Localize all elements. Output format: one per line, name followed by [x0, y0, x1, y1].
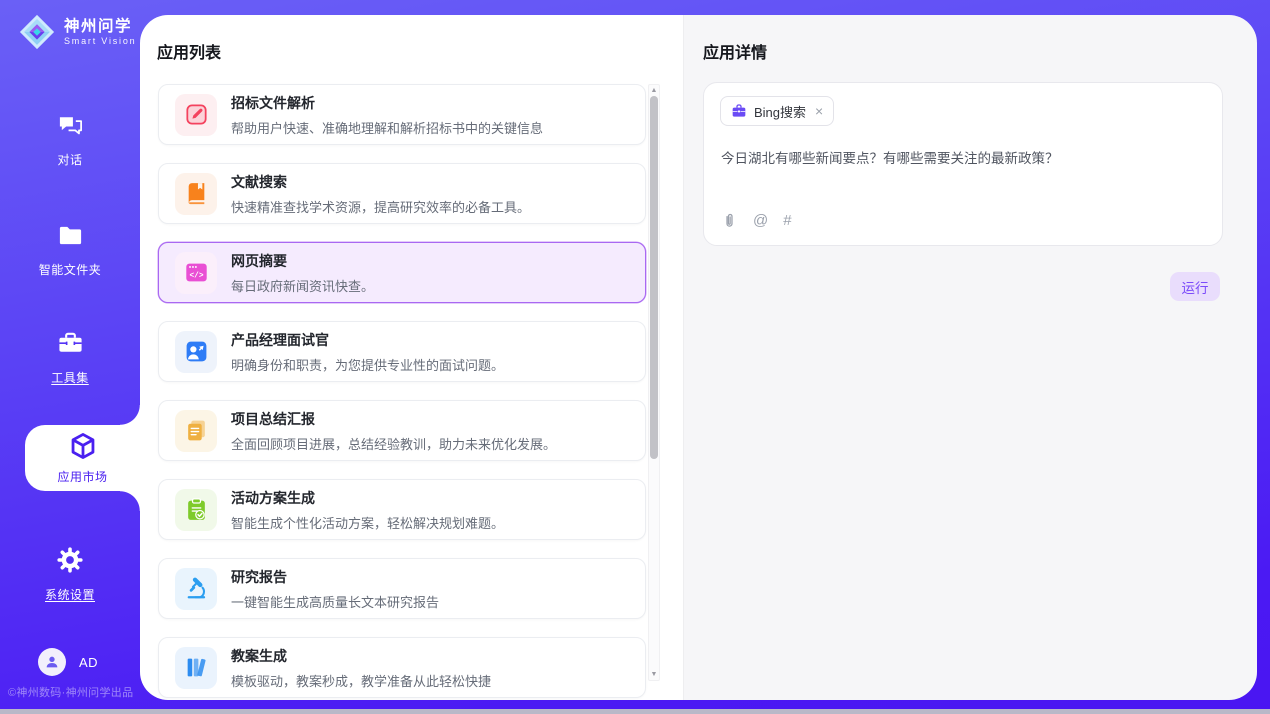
app-card-pm-interviewer[interactable]: 产品经理面试官 明确身份和职责，为您提供专业性的面试问题。	[158, 321, 646, 382]
app-desc: 一键智能生成高质量长文本研究报告	[231, 592, 439, 611]
brand-tagline: Smart Vision	[64, 36, 136, 46]
app-title: 网页摘要	[231, 251, 374, 271]
paperclip-icon[interactable]	[721, 212, 738, 229]
sidebar: 神州问学 Smart Vision 对话 智能文件夹	[0, 0, 140, 714]
svg-text:</>: </>	[189, 272, 203, 281]
documents-icon	[175, 410, 217, 452]
presenter-icon	[175, 331, 217, 373]
app-card-list: 招标文件解析 帮助用户快速、准确地理解和解析招标书中的关键信息	[158, 84, 646, 700]
sidebar-item-toolset[interactable]: 工具集	[0, 330, 140, 386]
app-card-web-summary[interactable]: </> 网页摘要 每日政府新闻资讯快查。	[158, 242, 646, 303]
tag-label: Bing搜索	[754, 102, 806, 121]
hash-icon[interactable]: #	[783, 213, 791, 228]
sidebar-item-label: 对话	[0, 151, 140, 168]
brand-logo: 神州问学 Smart Vision	[18, 13, 136, 51]
app-card-lesson-plan[interactable]: 教案生成 模板驱动，教案秒成，教学准备从此轻松快捷	[158, 637, 646, 698]
app-desc: 快速精准查找学术资源，提高研究效率的必备工具。	[231, 197, 530, 216]
app-card-bid-parse[interactable]: 招标文件解析 帮助用户快速、准确地理解和解析招标书中的关键信息	[158, 84, 646, 145]
sidebar-item-label: 智能文件夹	[0, 261, 140, 278]
app-desc: 每日政府新闻资讯快查。	[231, 276, 374, 295]
scroll-down-icon[interactable]: ▼	[649, 671, 659, 678]
app-card-literature-search[interactable]: 文献搜索 快速精准查找学术资源，提高研究效率的必备工具。	[158, 163, 646, 224]
toolbox-icon	[57, 330, 84, 357]
app-title: 活动方案生成	[231, 488, 504, 508]
app-title: 招标文件解析	[231, 93, 543, 113]
user-account[interactable]: AD	[38, 648, 98, 676]
app-list-title: 应用列表	[157, 39, 221, 63]
microscope-icon	[175, 568, 217, 610]
chat-icon	[57, 112, 84, 139]
app-card-project-summary[interactable]: 项目总结汇报 全面回顾项目进展，总结经验教训，助力未来优化发展。	[158, 400, 646, 461]
sidebar-item-label: 应用市场	[25, 468, 140, 485]
app-title: 研究报告	[231, 567, 439, 587]
app-title: 教案生成	[231, 646, 491, 666]
person-icon	[44, 654, 60, 670]
query-input-card[interactable]: Bing搜索 × 今日湖北有哪些新闻要点？有哪些需要关注的最新政策？ @ #	[703, 82, 1223, 246]
app-window: 神州问学 Smart Vision 对话 智能文件夹	[0, 0, 1270, 714]
window-bottom-edge	[0, 709, 1270, 714]
query-text-input[interactable]: 今日湖北有哪些新闻要点？有哪些需要关注的最新政策？	[721, 149, 1201, 169]
sidebar-item-smart-folder[interactable]: 智能文件夹	[0, 222, 140, 278]
sidebar-item-app-market[interactable]: 应用市场	[25, 425, 140, 491]
brand-name: 神州问学	[64, 18, 136, 36]
run-button[interactable]: 运行	[1170, 272, 1220, 301]
sidebar-item-chat[interactable]: 对话	[0, 112, 140, 168]
browser-code-icon: </>	[175, 252, 217, 294]
tool-tag-bing-search[interactable]: Bing搜索 ×	[720, 96, 834, 126]
clipboard-check-icon	[175, 489, 217, 531]
app-title: 文献搜索	[231, 172, 530, 192]
diamond-logo-icon	[18, 13, 56, 51]
books-icon	[175, 647, 217, 689]
app-list-panel: 应用列表 招标文件解析 帮助用户快速	[140, 15, 683, 700]
app-desc: 智能生成个性化活动方案，轻松解决规划难题。	[231, 513, 504, 532]
scrollbar-thumb[interactable]	[650, 96, 658, 459]
input-toolbar: @ #	[721, 212, 792, 229]
cube-icon	[68, 431, 98, 461]
sidebar-item-settings[interactable]: 系统设置	[0, 546, 140, 603]
gear-icon	[56, 546, 84, 574]
content-panel: 应用列表 招标文件解析 帮助用户快速	[140, 15, 1257, 700]
briefcase-icon	[731, 103, 747, 119]
app-desc: 明确身份和职责，为您提供专业性的面试问题。	[231, 355, 504, 374]
sidebar-item-label: 系统设置	[0, 586, 140, 603]
app-detail-panel: 应用详情 Bing搜索 × 今日湖北有哪些新闻要点？有哪些需要关注的最新政	[683, 15, 1257, 700]
app-title: 项目总结汇报	[231, 409, 556, 429]
app-desc: 模板驱动，教案秒成，教学准备从此轻松快捷	[231, 671, 491, 690]
folder-icon	[57, 222, 84, 249]
app-detail-title: 应用详情	[703, 39, 767, 63]
at-sign-icon[interactable]: @	[753, 213, 768, 228]
app-card-research-report[interactable]: 研究报告 一键智能生成高质量长文本研究报告	[158, 558, 646, 619]
sidebar-item-label: 工具集	[0, 369, 140, 386]
list-scrollbar[interactable]: ▲ ▼	[648, 84, 660, 681]
app-desc: 帮助用户快速、准确地理解和解析招标书中的关键信息	[231, 118, 543, 137]
app-desc: 全面回顾项目进展，总结经验教训，助力未来优化发展。	[231, 434, 556, 453]
user-label: AD	[79, 655, 98, 670]
tag-close-icon[interactable]: ×	[815, 103, 823, 119]
scroll-up-icon[interactable]: ▲	[649, 87, 659, 94]
book-icon	[175, 173, 217, 215]
edit-note-icon	[175, 94, 217, 136]
app-card-event-plan[interactable]: 活动方案生成 智能生成个性化活动方案，轻松解决规划难题。	[158, 479, 646, 540]
copyright-footer: ©神州数码·神州问学出品	[8, 684, 140, 700]
app-title: 产品经理面试官	[231, 330, 504, 350]
avatar	[38, 648, 66, 676]
